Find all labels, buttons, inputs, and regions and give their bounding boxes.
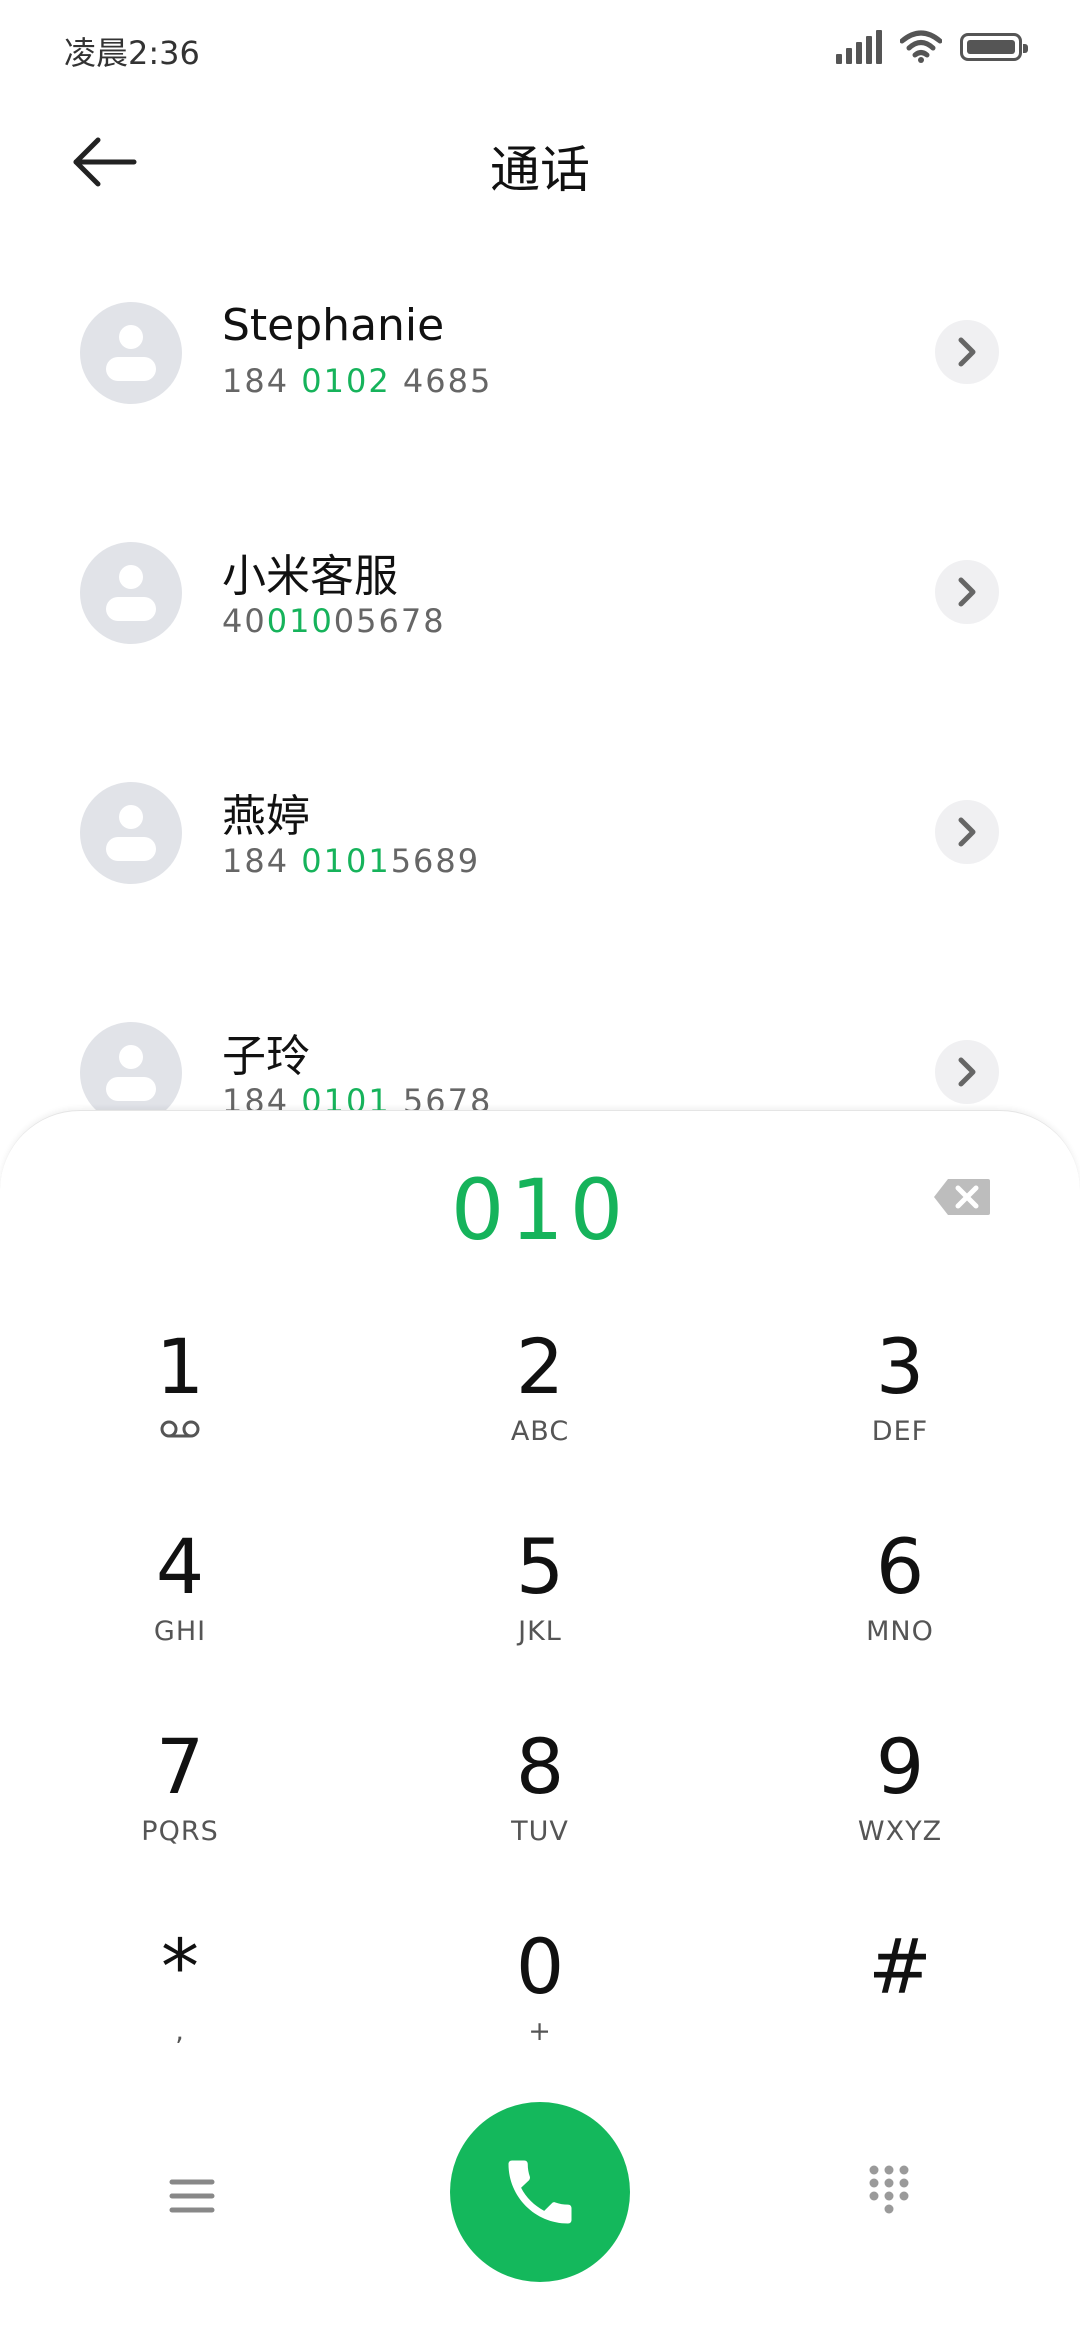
key-letters: WXYZ (857, 1816, 943, 1847)
menu-button[interactable] (162, 2166, 222, 2226)
battery-icon (960, 33, 1028, 61)
key-letters: , (175, 2016, 185, 2047)
key-digit: 0 (515, 1922, 565, 2011)
contact-number: 184 01015689 (222, 842, 481, 880)
key-3[interactable]: 3 DEF (750, 1311, 1050, 1481)
contact-number: 4001005678 (222, 602, 446, 640)
key-0[interactable]: 0 + (390, 1911, 690, 2081)
key-digit: 7 (155, 1722, 205, 1811)
key-4[interactable]: 4 GHI (30, 1511, 330, 1681)
avatar (80, 1022, 182, 1124)
wifi-icon (900, 30, 942, 63)
contact-detail-button[interactable] (935, 320, 999, 384)
chevron-right-icon (958, 337, 976, 367)
contact-detail-button[interactable] (935, 800, 999, 864)
contact-detail-button[interactable] (935, 560, 999, 624)
key-digit: 9 (875, 1722, 925, 1811)
avatar (80, 542, 182, 644)
page-title: 通话 (490, 141, 590, 199)
key-letters: DEF (871, 1416, 929, 1447)
dialed-number-display[interactable]: 010 (0, 1161, 1080, 1259)
contact-name: Stephanie (222, 300, 445, 351)
key-1[interactable]: 1 (30, 1311, 330, 1481)
phone-icon (508, 2160, 572, 2224)
key-digit: 1 (155, 1322, 205, 1411)
menu-icon (169, 2179, 215, 2213)
contact-detail-button[interactable] (935, 1040, 999, 1104)
backspace-button[interactable] (932, 1177, 992, 1217)
header: 通话 (0, 110, 1080, 210)
chevron-right-icon (958, 1057, 976, 1087)
key-digit: * (161, 1922, 199, 2011)
chevron-right-icon (958, 817, 976, 847)
key-digit: 4 (155, 1522, 205, 1611)
key-digit: 6 (875, 1522, 925, 1611)
key-digit: 5 (515, 1522, 565, 1611)
status-time: 凌晨2:36 (64, 34, 200, 72)
key-letters: + (528, 2016, 552, 2047)
contact-number: 184 0102 4685 (222, 362, 493, 400)
avatar (80, 302, 182, 404)
contact-name: 燕婷 (222, 791, 310, 842)
call-button[interactable] (450, 2102, 630, 2282)
key-letters: ABC (510, 1416, 570, 1447)
key-digit: 8 (515, 1722, 565, 1811)
backspace-icon (934, 1179, 990, 1215)
signal-icon (836, 30, 882, 64)
key-digit: 2 (515, 1322, 565, 1411)
avatar (80, 782, 182, 884)
keypad-toggle-button[interactable] (864, 2162, 914, 2222)
list-item[interactable]: 燕婷 184 01015689 (0, 750, 1080, 920)
key-9[interactable]: 9 WXYZ (750, 1711, 1050, 1881)
key-star[interactable]: * , (30, 1911, 330, 2081)
status-bar: 凌晨2:36 (0, 0, 1080, 100)
key-letters: GHI (153, 1616, 207, 1647)
voicemail-icon (30, 1415, 330, 1449)
chevron-right-icon (958, 577, 976, 607)
keypad-icon (869, 2165, 909, 2214)
key-7[interactable]: 7 PQRS (30, 1711, 330, 1881)
key-hash[interactable]: # (750, 1911, 1050, 2081)
key-letters: MNO (866, 1616, 934, 1647)
key-8[interactable]: 8 TUV (390, 1711, 690, 1881)
key-digit: 3 (875, 1322, 925, 1411)
key-letters: JKL (518, 1616, 562, 1647)
list-item[interactable]: Stephanie 184 0102 4685 (0, 270, 1080, 440)
key-6[interactable]: 6 MNO (750, 1511, 1050, 1681)
contact-name: 子玲 (222, 1031, 310, 1082)
status-icons (836, 30, 1028, 64)
key-letters: TUV (511, 1816, 569, 1847)
key-digit: # (868, 1922, 932, 2011)
key-2[interactable]: 2 ABC (390, 1311, 690, 1481)
list-item[interactable]: 小米客服 4001005678 (0, 510, 1080, 680)
contact-name: 小米客服 (222, 551, 398, 602)
key-letters: PQRS (141, 1816, 219, 1847)
key-5[interactable]: 5 JKL (390, 1511, 690, 1681)
